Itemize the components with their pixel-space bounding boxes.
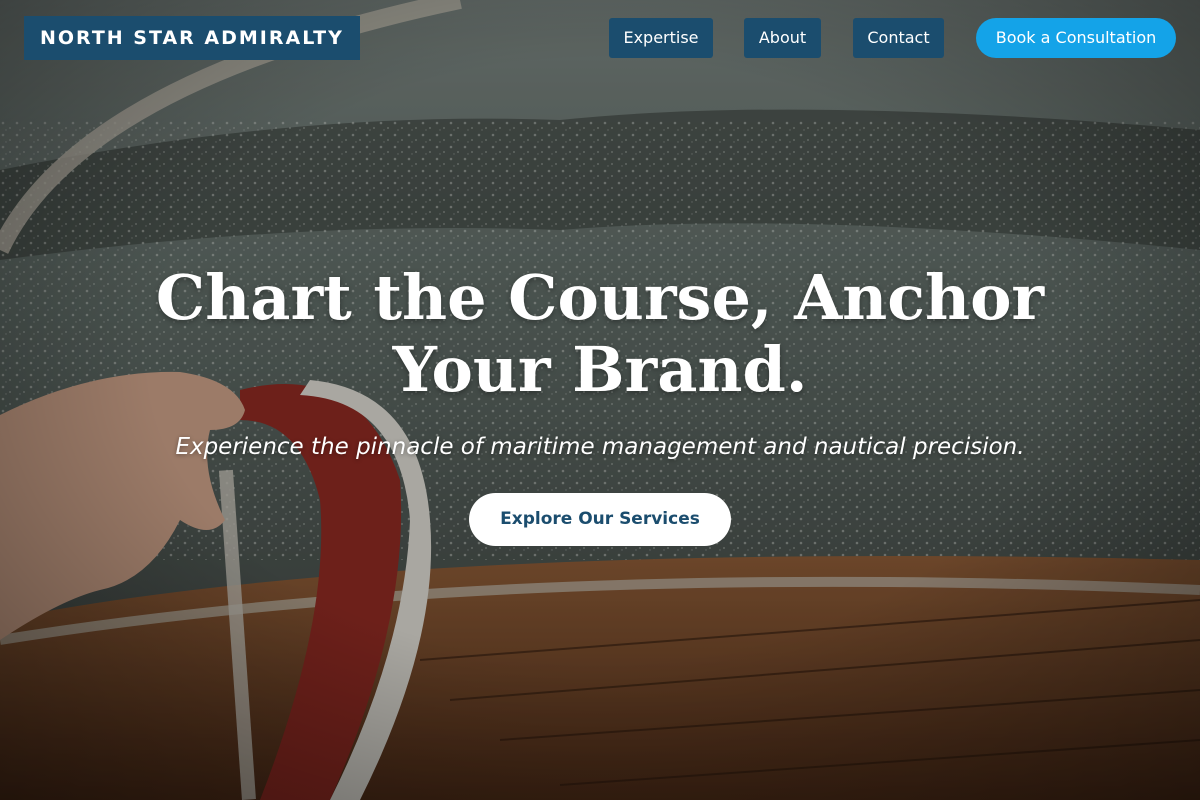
nav-link-contact[interactable]: Contact: [853, 18, 944, 58]
nav-link-expertise[interactable]: Expertise: [609, 18, 713, 58]
book-consultation-button[interactable]: Book a Consultation: [976, 18, 1176, 58]
hero-headline: Chart the Course, Anchor Your Brand.: [155, 261, 1045, 406]
brand-logo[interactable]: NORTH STAR ADMIRALTY: [24, 16, 360, 60]
hero-subheadline: Experience the pinnacle of maritime mana…: [175, 434, 1025, 460]
explore-services-button[interactable]: Explore Our Services: [469, 493, 731, 546]
top-navigation: NORTH STAR ADMIRALTY Expertise About Con…: [0, 0, 1200, 76]
nav-link-about[interactable]: About: [744, 18, 821, 58]
